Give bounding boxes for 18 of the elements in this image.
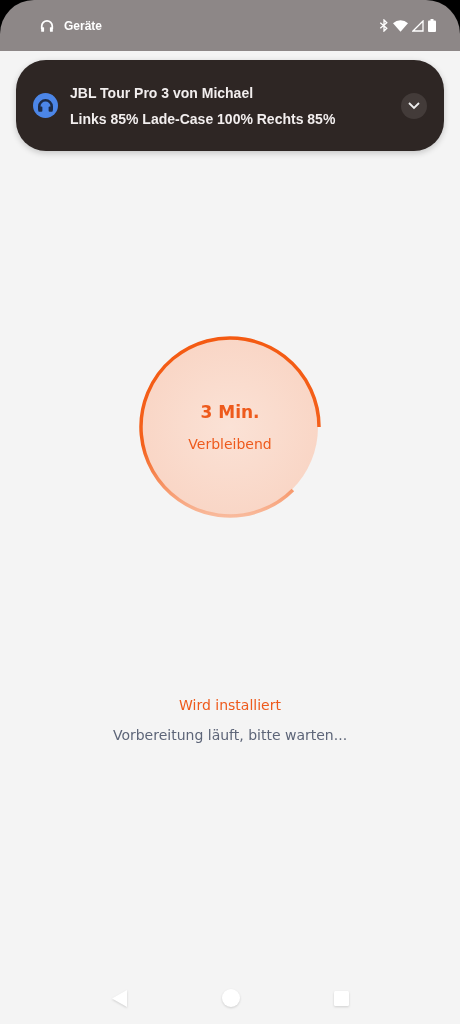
status-label: Geräte — [64, 18, 104, 33]
back-icon[interactable] — [111, 989, 128, 1007]
install-status: Wird installiert — [179, 697, 281, 713]
battery-levels: Links 85% Lade-Case 100% Rechts 85% — [70, 110, 337, 127]
install-message: Vorbereitung läuft, bitte warten... — [112, 727, 348, 743]
headphones-icon — [33, 93, 58, 118]
chevron-icon — [408, 101, 420, 110]
remaining-label: Verbleibend — [188, 436, 272, 452]
home-icon[interactable] — [221, 989, 240, 1007]
signal-icon — [412, 19, 424, 32]
bluetooth-icon — [379, 19, 389, 32]
battery-icon — [428, 19, 436, 32]
recents-icon[interactable] — [333, 990, 349, 1006]
device-name: JBL Tour Pro 3 von Michael — [70, 84, 255, 101]
time-remaining: 3 Min. — [200, 402, 260, 422]
wifi-icon — [393, 19, 408, 32]
expand-button[interactable] — [401, 92, 427, 119]
headphones-icon — [40, 18, 54, 33]
